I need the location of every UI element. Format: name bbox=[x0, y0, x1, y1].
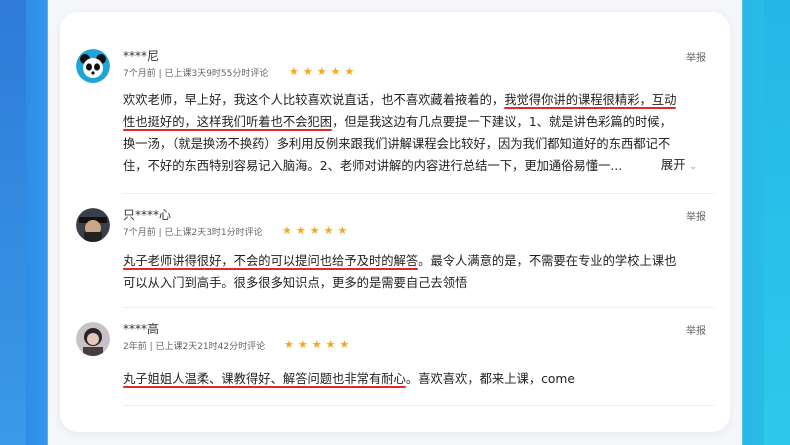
divider bbox=[123, 193, 714, 194]
divider bbox=[123, 405, 714, 406]
left-accent-band bbox=[0, 0, 26, 445]
review-meta: 7个月前 | 已上课3天9时55分时评论 bbox=[123, 69, 269, 79]
expand-button[interactable]: 展开 ⌄ bbox=[661, 155, 697, 173]
review-item: ****高 2年前 | 已上课2天21时42分时评论 ★★★★★ 举报 丸子姐姐… bbox=[76, 322, 712, 412]
avatar bbox=[76, 322, 110, 356]
report-button[interactable]: 举报 bbox=[686, 322, 706, 337]
red-underline bbox=[123, 268, 419, 270]
avatar bbox=[76, 208, 110, 242]
reviews-card: ****尼 7个月前 | 已上课3天9时55分时评论 ★★★★★ 举报 欢欢老师… bbox=[60, 12, 730, 432]
right-accent-band bbox=[764, 0, 790, 445]
avatar bbox=[76, 49, 110, 83]
review-text: 丸子姐姐人温柔、课教得好、解答问题也非常有耐心 。喜欢喜欢，都来上课，come bbox=[123, 372, 575, 388]
review-item: ****尼 7个月前 | 已上课3天9时55分时评论 ★★★★★ 举报 欢欢老师… bbox=[76, 49, 712, 189]
divider bbox=[123, 307, 714, 308]
chevron-down-icon: ⌄ bbox=[689, 162, 697, 172]
review-text: 欢欢老师，早上好，我这个人比较喜欢说直话，也不喜欢藏着掖着的，我觉得你讲的课程很… bbox=[123, 93, 677, 173]
report-button[interactable]: 举报 bbox=[686, 208, 706, 223]
review-meta: 7个月前 | 已上课2天3时1分时评论 bbox=[123, 228, 263, 238]
highlighted-text: 丸子老师讲得很好，不会的可以提问也给予及时的解答 bbox=[123, 254, 419, 270]
highlighted-text: 丸子姐姐人温柔、课教得好、解答问题也非常有耐心 bbox=[123, 372, 406, 388]
red-underline bbox=[504, 107, 677, 109]
red-underline bbox=[123, 386, 406, 388]
highlighted-text: 性也挺好的，这样我们听着也不会犯困 bbox=[123, 115, 333, 131]
star-rating: ★★★★★ bbox=[282, 224, 352, 237]
highlighted-text: 我觉得你讲的课程很精彩，互动 bbox=[504, 93, 677, 109]
report-button[interactable]: 举报 bbox=[686, 49, 706, 64]
star-rating: ★★★★★ bbox=[289, 65, 359, 78]
red-underline bbox=[123, 129, 333, 131]
reviewer-name: ****高 bbox=[123, 322, 160, 336]
reviewer-name: ****尼 bbox=[123, 49, 160, 63]
review-text: 丸子老师讲得很好，不会的可以提问也给予及时的解答 。最令人满意的是，不需要在专业的… bbox=[123, 254, 677, 290]
reviewer-name: 只****心 bbox=[123, 208, 172, 222]
star-rating: ★★★★★ bbox=[284, 338, 354, 351]
review-item: 只****心 7个月前 | 已上课2天3时1分时评论 ★★★★★ 举报 丸子老师… bbox=[76, 208, 712, 308]
review-meta: 2年前 | 已上课2天21时42分时评论 bbox=[123, 342, 266, 352]
